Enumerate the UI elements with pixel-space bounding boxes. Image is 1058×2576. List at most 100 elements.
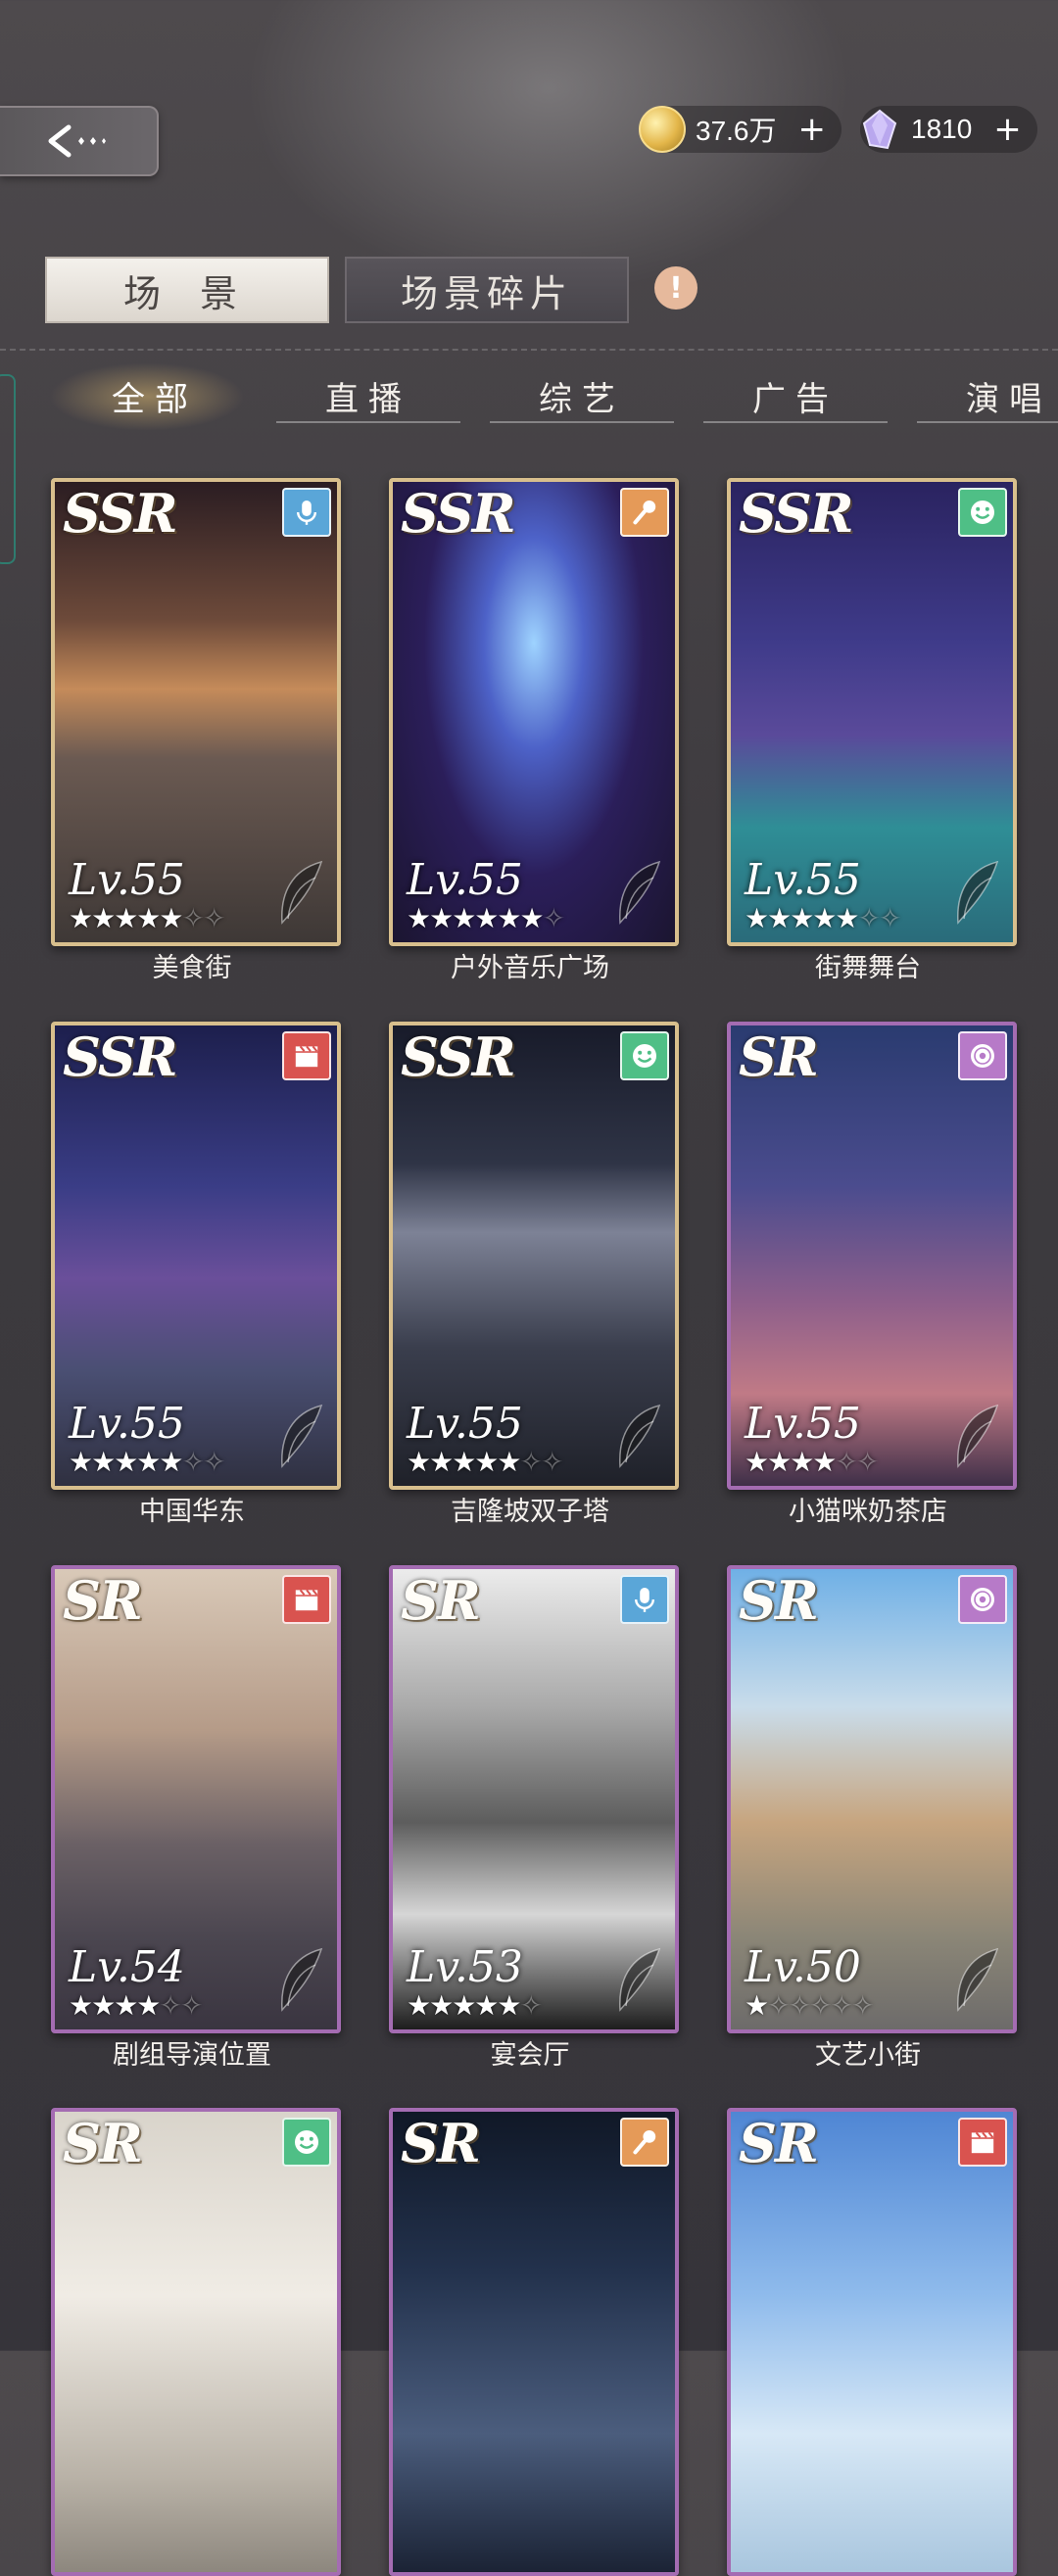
record-icon [958,1031,1007,1080]
scene-card[interactable]: SR Lv.55 ★★★★✧✧ [727,1022,1017,1490]
section-divider [0,349,1058,351]
category-tab-cat-concert[interactable]: 演唱 [917,368,1058,423]
tab-scene-fragments[interactable]: 场景碎片 [345,257,629,323]
rarity-label: SR [739,2112,819,2174]
microphone-icon [620,1575,669,1624]
back-arrow-icon [48,124,106,158]
star-rating: ★★★★★✧✧ [69,1446,225,1478]
feather-emblem-icon [281,1404,323,1468]
scene-card[interactable]: SSR Lv.55 ★★★★★✧✧ [51,1022,341,1490]
feather-emblem-icon [619,1404,661,1468]
rarity-label: SSR [401,1026,516,1088]
category-label: 综艺 [539,379,625,419]
category-tab-cat-variety[interactable]: 综艺 [490,368,674,423]
scene-artwork [55,2112,337,2572]
scene-card[interactable]: SR Lv.50 ★✧✧✧✧✧ [727,1565,1017,2033]
scene-card[interactable]: SR [727,2108,1017,2576]
feather-emblem-icon [281,1947,323,2012]
star-rating: ★✧✧✧✧✧ [745,1989,874,2022]
scene-name: 美食街 [152,953,232,982]
feather-emblem-icon [619,860,661,925]
diamond-gem-icon [858,108,901,151]
clapperboard-icon [958,2118,1007,2167]
smiley-icon [958,488,1007,537]
level-label: Lv.55 [745,855,861,905]
rarity-label: SR [401,1569,481,1632]
category-tab-cat-all[interactable]: 全部 [49,362,247,431]
rarity-label: SR [739,1026,819,1088]
category-label: 全部 [112,379,198,419]
rarity-label: SSR [739,482,854,545]
rarity-label: SSR [63,482,178,545]
rarity-label: SSR [401,482,516,545]
category-label: 演唱 [966,379,1052,419]
rarity-label: SR [63,2112,143,2174]
scene-card[interactable]: SR [389,2108,679,2576]
alert-icon[interactable]: ! [654,266,697,310]
scene-name: 文艺小街 [815,2040,921,2070]
handheld-mic-icon [620,2118,669,2167]
scene-card[interactable]: SR Lv.54 ★★★★✧✧ [51,1565,341,2033]
scene-card[interactable]: SSR Lv.55 ★★★★★✧✧ [727,478,1017,946]
star-rating: ★★★★★★✧ [407,902,565,934]
category-underline [276,421,460,423]
smiley-icon [620,1031,669,1080]
level-label: Lv.54 [69,1942,185,1992]
feather-emblem-icon [281,860,323,925]
add-gold-button[interactable]: + [798,113,827,146]
level-label: Lv.55 [69,855,185,905]
scene-name: 街舞舞台 [815,953,921,982]
scene-artwork [731,2112,1013,2572]
gold-amount: 37.6万 [696,116,777,146]
add-diamond-button[interactable]: + [993,113,1022,146]
category-tab-cat-live[interactable]: 直播 [276,368,460,423]
category-underline [917,421,1058,423]
category-label: 广告 [752,379,839,419]
scene-card[interactable]: SR [51,2108,341,2576]
microphone-icon [282,488,331,537]
scene-card[interactable]: SSR Lv.55 ★★★★★★✧ [389,478,679,946]
gold-currency: 37.6万 + [639,106,842,153]
gold-coin-icon [639,106,686,153]
scene-name: 中国华东 [139,1497,245,1526]
clapperboard-icon [282,1031,331,1080]
diamond-currency: 1810 + [860,106,1037,153]
scene-name: 户外音乐广场 [451,953,609,982]
scene-name: 小猫咪奶茶店 [789,1497,947,1526]
scene-name: 宴会厅 [490,2040,570,2070]
handheld-mic-icon [620,488,669,537]
category-underline [703,421,888,423]
feather-emblem-icon [957,860,999,925]
clapperboard-icon [282,1575,331,1624]
feather-emblem-icon [957,1404,999,1468]
star-rating: ★★★★★✧✧ [745,902,901,934]
smiley-icon [282,2118,331,2167]
scene-card[interactable]: SR Lv.53 ★★★★★✧ [389,1565,679,2033]
category-tab-cat-ads[interactable]: 广告 [703,368,888,423]
star-rating: ★★★★✧✧ [69,1989,203,2022]
feather-emblem-icon [619,1947,661,2012]
level-label: Lv.50 [745,1942,861,1992]
rarity-label: SR [63,1569,143,1632]
level-label: Lv.55 [69,1399,185,1449]
scene-card[interactable]: SSR Lv.55 ★★★★★✧✧ [51,478,341,946]
category-label: 直播 [325,379,411,419]
rarity-label: SR [401,2112,481,2174]
rarity-label: SR [739,1569,819,1632]
level-label: Lv.53 [407,1942,523,1992]
level-label: Lv.55 [745,1399,861,1449]
feather-emblem-icon [957,1947,999,2012]
scene-artwork [393,2112,675,2572]
scene-name: 剧组导演位置 [113,2040,271,2070]
scene-name: 吉隆坡双子塔 [451,1497,609,1526]
diamond-amount: 1810 [911,114,973,144]
scene-card[interactable]: SSR Lv.55 ★★★★★✧✧ [389,1022,679,1490]
level-label: Lv.55 [407,855,523,905]
star-rating: ★★★★★✧✧ [69,902,225,934]
side-drawer-handle[interactable] [0,374,16,564]
category-underline [490,421,674,423]
tab-scene[interactable]: 场 景 [45,257,329,323]
star-rating: ★★★★✧✧ [745,1446,879,1478]
star-rating: ★★★★★✧ [407,1989,543,2022]
back-button[interactable] [0,106,159,176]
